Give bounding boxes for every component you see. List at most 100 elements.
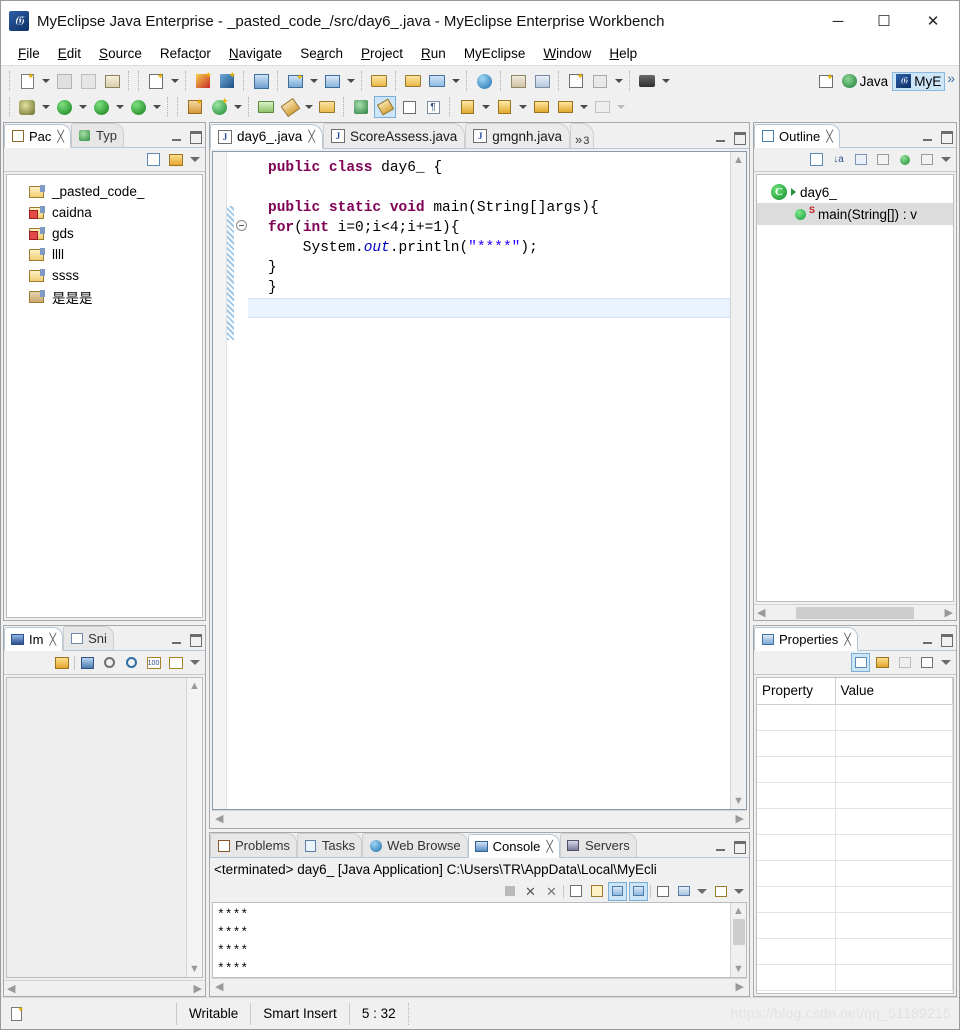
previous-edit-dropdown-icon[interactable] (479, 96, 492, 118)
perspective-overflow-icon[interactable]: » (945, 70, 959, 92)
run-history-icon[interactable] (90, 96, 112, 118)
tab-properties[interactable]: Properties ╳ (754, 627, 858, 651)
search-reports-dropdown-icon[interactable] (612, 70, 625, 92)
editor-vertical-scrollbar[interactable]: ▲ ▼ (730, 152, 746, 809)
next-edit-icon[interactable] (493, 96, 515, 118)
show-categories-icon[interactable] (851, 653, 870, 672)
debug-dropdown-icon[interactable] (39, 96, 52, 118)
open-type-icon[interactable] (255, 96, 277, 118)
new-java-class-dropdown-icon[interactable] (168, 70, 181, 92)
table-row[interactable] (757, 886, 953, 913)
new-wizard-dropdown-icon[interactable] (39, 70, 52, 92)
open-console-dropdown-icon[interactable] (732, 882, 746, 900)
view-menu-icon[interactable] (939, 654, 953, 672)
restore-default-icon[interactable] (895, 653, 914, 672)
display-selected-console-icon[interactable] (674, 882, 693, 901)
scroll-left-icon[interactable]: ◀ (757, 604, 765, 621)
maximize-view-icon[interactable] (733, 841, 746, 854)
tab-console[interactable]: Console ╳ (467, 834, 560, 858)
new-server-dropdown-icon[interactable] (307, 70, 320, 92)
generate-code-dropdown-icon[interactable] (231, 96, 244, 118)
terminate-icon[interactable] (500, 882, 519, 901)
table-row[interactable] (757, 704, 953, 731)
deploy-icon[interactable] (250, 70, 272, 92)
image-viewer-content[interactable]: ▲ ▼ (6, 677, 203, 978)
menu-navigate[interactable]: Navigate (220, 44, 291, 63)
hide-local-types-icon[interactable] (917, 150, 936, 169)
back-icon[interactable] (554, 96, 576, 118)
menu-search[interactable]: Search (291, 44, 352, 63)
forward-dropdown-icon[interactable] (614, 96, 627, 118)
globe-icon[interactable] (473, 70, 495, 92)
outline-horizontal-scrollbar[interactable]: ◀ ▶ (754, 604, 956, 620)
minimize-view-icon[interactable] (714, 132, 727, 145)
table-row[interactable] (757, 912, 953, 939)
properties-content[interactable]: Property Value (756, 677, 954, 994)
outline-content[interactable]: C day6_ S main(String[]) : v (756, 174, 954, 602)
new-table-icon[interactable]: ✦ (184, 96, 206, 118)
zoom-out-icon[interactable] (100, 653, 119, 672)
view-menu-icon[interactable] (939, 151, 953, 169)
tab-problems[interactable]: Problems (210, 833, 297, 857)
clear-console-icon[interactable] (566, 882, 585, 901)
remove-all-terminated-icon[interactable]: ✕ (542, 882, 561, 901)
editor-horizontal-scrollbar[interactable]: ◀ ▶ (212, 810, 747, 826)
open-resource-icon[interactable] (316, 96, 338, 118)
image-viewer-vertical-scrollbar[interactable]: ▲ ▼ (186, 678, 202, 977)
open-console-icon[interactable] (711, 882, 730, 901)
scroll-up-icon[interactable]: ▲ (189, 678, 200, 694)
run-coverage-icon[interactable] (127, 96, 149, 118)
new-report-icon[interactable]: ✦ (565, 70, 587, 92)
link-with-editor-icon[interactable] (52, 653, 71, 672)
screenshot-dropdown-icon[interactable] (659, 70, 672, 92)
editor-tab-gmgnh[interactable]: J gmgnh.java (465, 123, 571, 148)
menu-refactor[interactable]: Refactor (151, 44, 220, 63)
table-row[interactable] (757, 756, 953, 783)
tab-tasks[interactable]: Tasks (296, 833, 363, 857)
scroll-left-icon[interactable]: ◀ (215, 978, 223, 995)
table-row[interactable] (757, 808, 953, 835)
scroll-right-icon[interactable]: ▶ (736, 810, 744, 827)
hide-static-icon[interactable] (873, 150, 892, 169)
scroll-right-icon[interactable]: ▶ (945, 604, 953, 621)
tab-snippets[interactable]: Sni (63, 626, 114, 650)
tab-package-explorer[interactable]: Pac ╳ (4, 124, 72, 148)
close-button[interactable]: ✕ (907, 1, 959, 41)
show-advanced-icon[interactable] (873, 653, 892, 672)
screenshot-icon[interactable] (636, 70, 658, 92)
fit-to-window-icon[interactable] (166, 653, 185, 672)
outline-node-class[interactable]: C day6_ (757, 181, 953, 203)
manage-server-icon[interactable] (321, 70, 343, 92)
editor-folding-ruler[interactable] (234, 152, 248, 809)
back-dropdown-icon[interactable] (577, 96, 590, 118)
code-editor[interactable]: public class day6_ { public static void … (248, 152, 730, 809)
view-menu-icon[interactable] (188, 654, 202, 672)
image-viewer-horizontal-scrollbar[interactable]: ◀ ▶ (4, 980, 205, 996)
scroll-left-icon[interactable]: ◀ (215, 810, 223, 827)
column-header-property[interactable]: Property (757, 678, 836, 705)
external-tools-icon[interactable] (507, 70, 529, 92)
console-horizontal-scrollbar[interactable]: ◀ ▶ (212, 978, 747, 994)
maximize-view-icon[interactable] (189, 131, 202, 144)
scroll-lock-icon[interactable] (587, 882, 606, 901)
generate-code-icon[interactable]: ✦ (208, 96, 230, 118)
show-whitespace-icon[interactable]: ¶ (422, 96, 444, 118)
open-folder-icon[interactable] (368, 70, 390, 92)
run-server-dropdown-icon[interactable] (449, 70, 462, 92)
sort-alphabetically-icon[interactable]: ↓a (829, 150, 848, 169)
display-selected-console-dropdown-icon[interactable] (695, 882, 709, 900)
table-row[interactable] (757, 964, 953, 991)
forward-icon[interactable] (591, 96, 613, 118)
column-header-value[interactable]: Value (835, 678, 953, 705)
hide-non-public-icon[interactable] (895, 150, 914, 169)
scroll-left-icon[interactable]: ◀ (7, 980, 15, 997)
show-console-on-error-icon[interactable] (629, 881, 648, 901)
save-all-icon[interactable] (77, 70, 99, 92)
tab-image-viewer[interactable]: Im ╳ (4, 627, 64, 651)
menu-help[interactable]: Help (600, 44, 646, 63)
tree-item-project[interactable]: ssss (7, 265, 202, 286)
save-icon[interactable] (53, 70, 75, 92)
scroll-right-icon[interactable]: ▶ (736, 978, 744, 995)
close-icon[interactable]: ╳ (49, 633, 56, 646)
back-to-icon[interactable] (530, 96, 552, 118)
